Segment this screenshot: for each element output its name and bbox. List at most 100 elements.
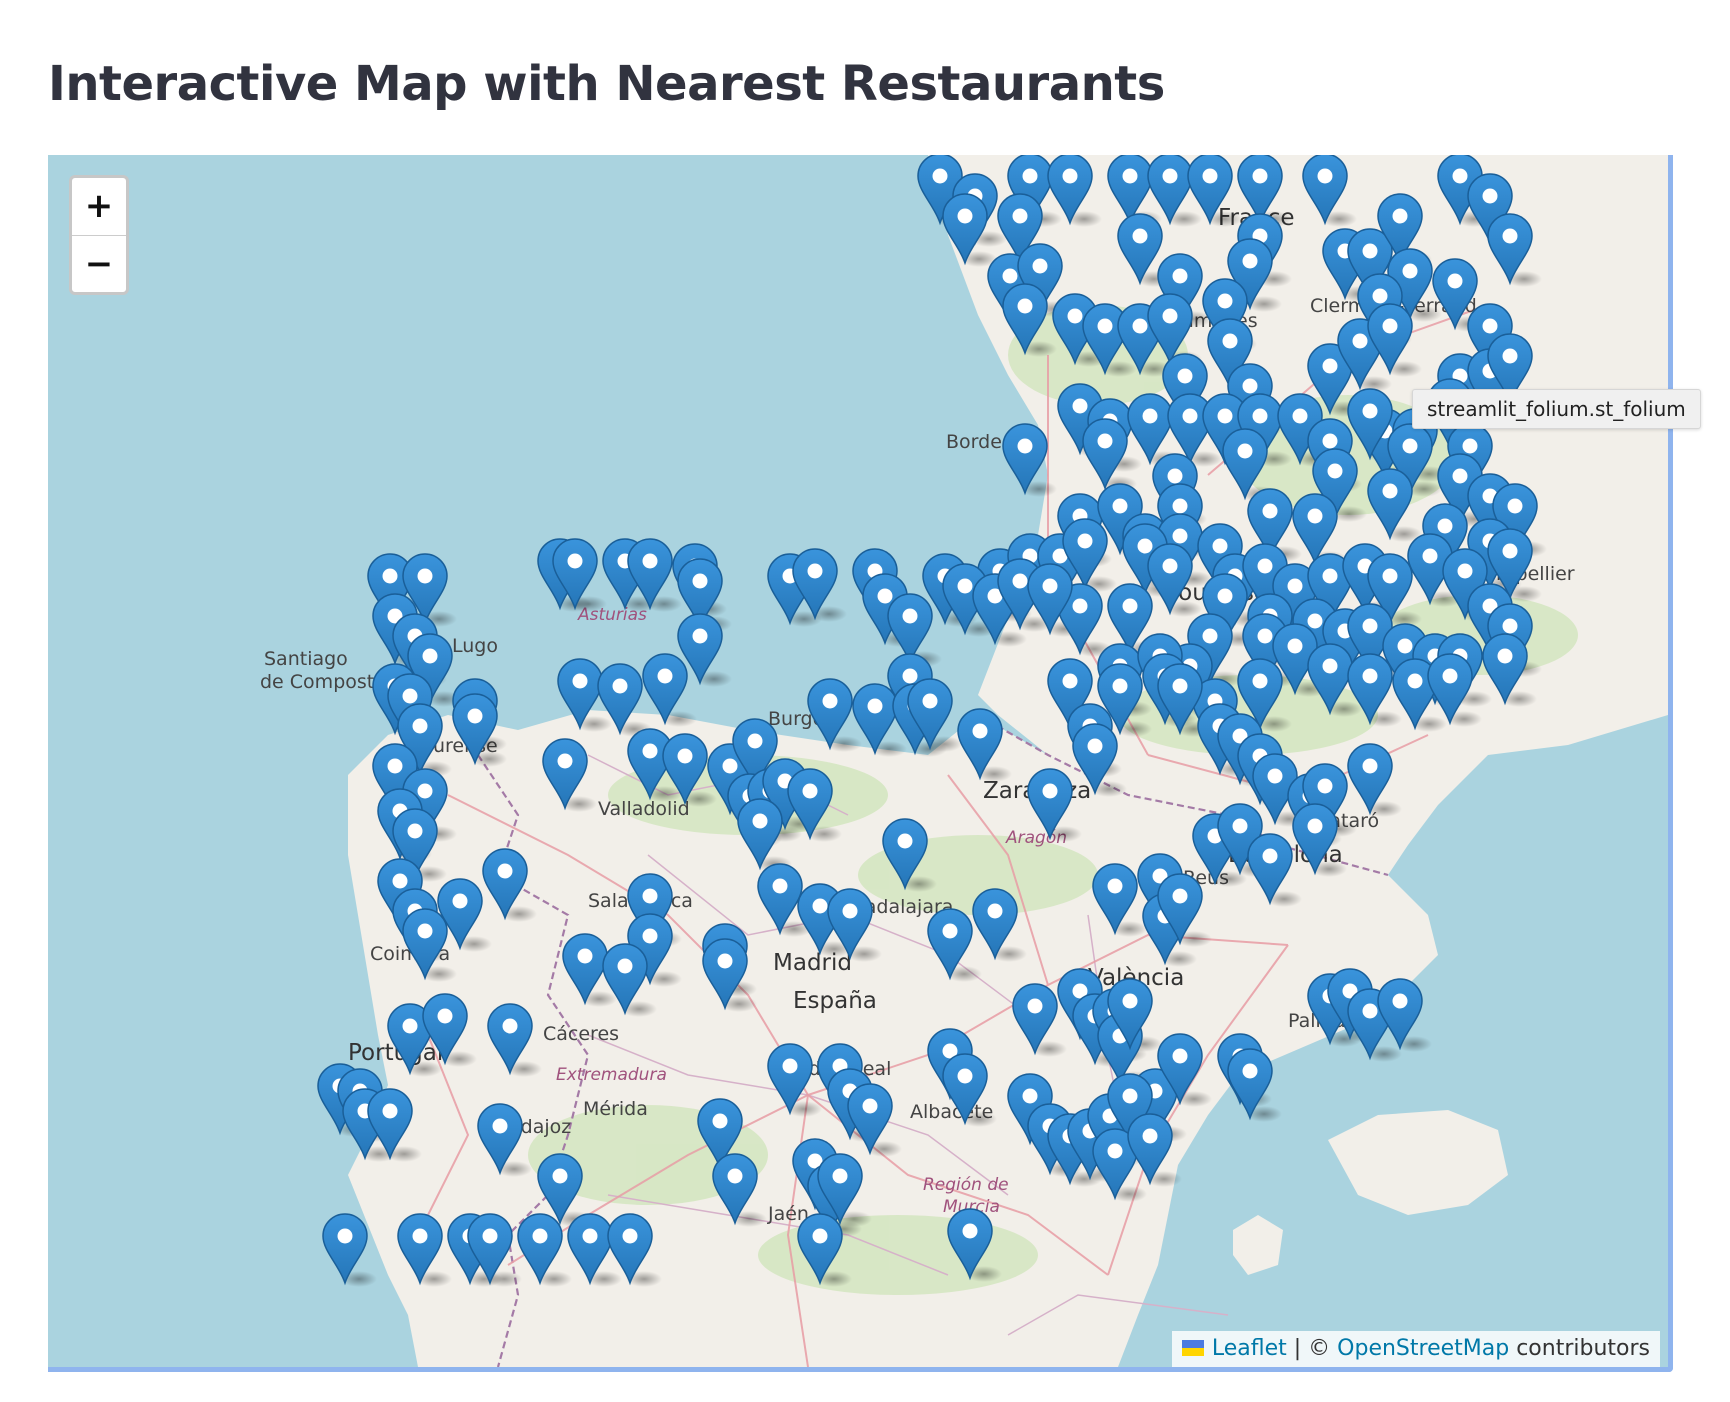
marker-dot — [337, 1228, 353, 1244]
marker-dot — [782, 1058, 798, 1074]
marker-dot — [1437, 518, 1453, 534]
marker-dot — [1267, 768, 1283, 784]
marker-dot — [1172, 498, 1188, 514]
marker-dot — [1317, 778, 1333, 794]
marker-dot — [1172, 888, 1188, 904]
marker-dot — [1172, 268, 1188, 284]
marker-dot — [1167, 468, 1183, 484]
marker-dot — [877, 588, 893, 604]
marker-dot — [987, 903, 1003, 919]
marker-dot — [582, 1228, 598, 1244]
marker-dot — [1017, 438, 1033, 454]
marker-dot — [962, 1223, 978, 1239]
marker-dot — [1502, 348, 1518, 364]
marker-dot — [1027, 998, 1043, 1014]
marker-dot — [1402, 263, 1418, 279]
marker-dot — [1242, 378, 1258, 394]
marker-dot — [1502, 543, 1518, 559]
map-container[interactable]: Bordeaux Toulouse Lugo Santiago de Compo… — [48, 155, 1673, 1372]
marker-dot — [577, 948, 593, 964]
marker-dot — [1482, 188, 1498, 204]
marker-dot — [567, 553, 583, 569]
marker-dot — [402, 1018, 418, 1034]
marker-dot — [1447, 273, 1463, 289]
marker-dot — [1287, 638, 1303, 654]
marker-dot — [1242, 253, 1258, 269]
marker-dot — [1062, 673, 1078, 689]
marker-dot — [1032, 258, 1048, 274]
marker-dot — [1097, 318, 1113, 334]
marker-dot — [1042, 783, 1058, 799]
marker-dot — [1122, 1088, 1138, 1104]
marker-dot — [692, 573, 708, 589]
marker-dot — [642, 553, 658, 569]
leaflet-link[interactable]: Leaflet — [1212, 1336, 1287, 1361]
marker-dot — [1162, 308, 1178, 324]
marker-dot — [752, 813, 768, 829]
marker-dot — [1352, 333, 1368, 349]
marker-dot — [867, 698, 883, 714]
marker-dot — [1402, 438, 1418, 454]
marker-dot — [1212, 538, 1228, 554]
marker-dot — [972, 723, 988, 739]
marker-dot — [1322, 658, 1338, 674]
map-tiles[interactable]: Bordeaux Toulouse Lugo Santiago de Compo… — [48, 155, 1668, 1367]
marker-dot — [832, 1168, 848, 1184]
marker-dot — [942, 923, 958, 939]
marker-dot — [1097, 433, 1113, 449]
marker-dot — [1162, 558, 1178, 574]
component-tooltip: streamlit_folium.st_folium — [1412, 389, 1701, 429]
marker-dot — [677, 748, 693, 764]
marker-dot — [1162, 168, 1178, 184]
marker-dot — [1327, 463, 1343, 479]
marker-dot — [1462, 438, 1478, 454]
marker-dot — [1172, 678, 1188, 694]
openstreetmap-link[interactable]: OpenStreetMap — [1337, 1336, 1509, 1361]
marker-dot — [812, 1228, 828, 1244]
marker-dot — [1112, 498, 1128, 514]
marker-dot — [382, 1103, 398, 1119]
marker-dot — [1287, 578, 1303, 594]
marker-dot — [1292, 408, 1308, 424]
marker-dot — [1242, 1063, 1258, 1079]
marker-dot — [382, 568, 398, 584]
marker-dot — [657, 668, 673, 684]
map-label-merida: Mérida — [583, 1098, 648, 1120]
map-label-caceres: Cáceres — [543, 1023, 619, 1045]
marker-dot — [1137, 538, 1153, 554]
marker-dot — [1407, 673, 1423, 689]
marker-dot — [532, 1228, 548, 1244]
marker-dot — [1172, 528, 1188, 544]
marker-dot — [502, 1018, 518, 1034]
marker-dot — [1122, 993, 1138, 1009]
marker-dot — [497, 863, 513, 879]
marker-dot — [552, 1168, 568, 1184]
marker-dot — [1072, 398, 1088, 414]
map-label-lugo: Lugo — [452, 635, 498, 657]
marker-dot — [1202, 628, 1218, 644]
ukraine-flag-icon — [1181, 1340, 1204, 1356]
marker-dot — [1257, 628, 1273, 644]
marker-dot — [722, 758, 738, 774]
marker-dot — [1107, 1143, 1123, 1159]
marker-dot — [1397, 638, 1413, 654]
marker-dot — [1017, 298, 1033, 314]
marker-dot — [822, 693, 838, 709]
marker-dot — [1062, 168, 1078, 184]
marker-dot — [407, 823, 423, 839]
marker-dot — [612, 678, 628, 694]
map-label-valladolid: Valladolid — [598, 798, 690, 820]
marker-dot — [1252, 168, 1268, 184]
zoom-in-button[interactable]: + — [72, 178, 126, 236]
marker-dot — [1217, 408, 1233, 424]
marker-dot — [622, 1228, 638, 1244]
zoom-out-button[interactable]: − — [72, 236, 126, 292]
marker-dot — [1362, 243, 1378, 259]
marker-dot — [617, 958, 633, 974]
marker-dot — [727, 1168, 743, 1184]
marker-dot — [1307, 613, 1323, 629]
marker-dot — [417, 568, 433, 584]
marker-dot — [1022, 168, 1038, 184]
marker-dot — [1217, 293, 1233, 309]
attribution-suffix: contributors — [1509, 1336, 1650, 1361]
